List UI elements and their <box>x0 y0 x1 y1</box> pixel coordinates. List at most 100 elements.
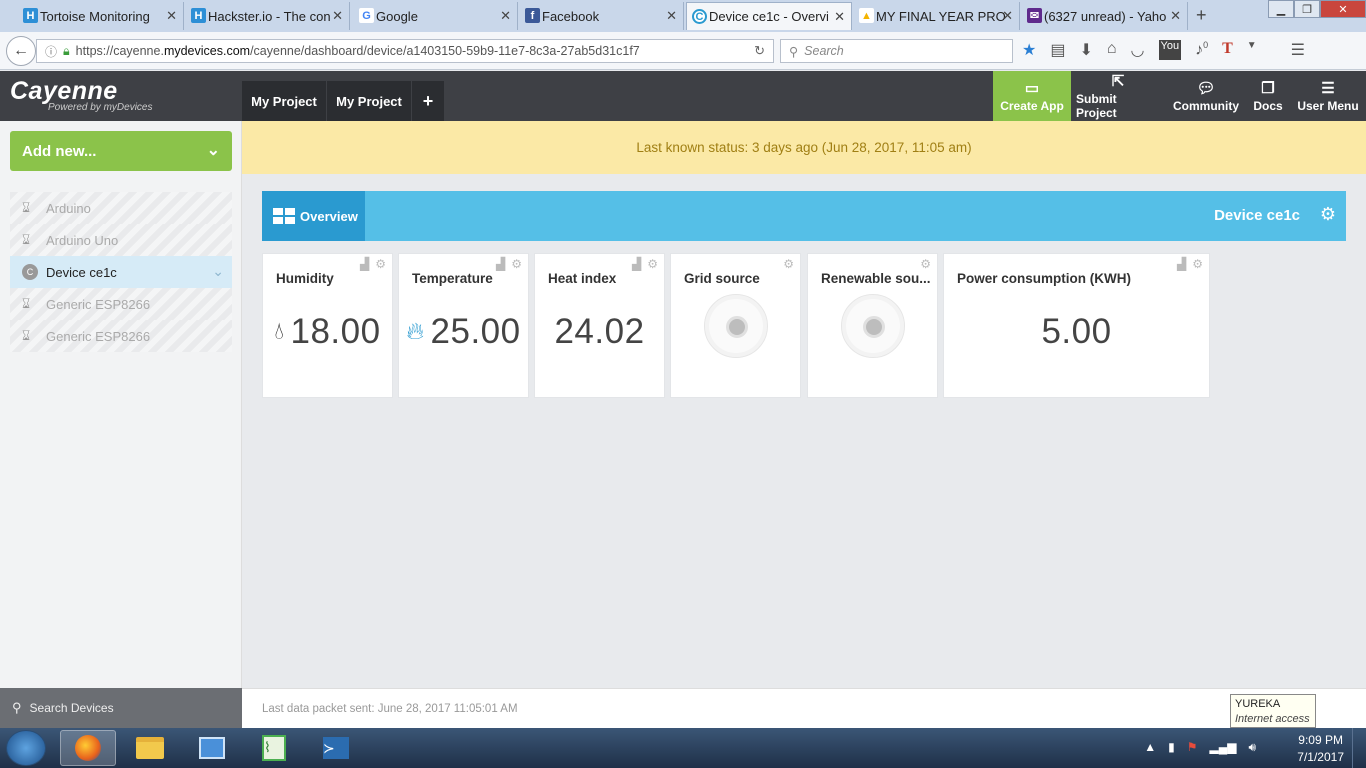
gear-icon[interactable]: ⚙ <box>920 257 931 271</box>
hourglass-icon: ⌛︎ <box>22 200 31 215</box>
home-icon[interactable]: ⌂ <box>1107 40 1117 60</box>
gear-icon[interactable]: ⚙ <box>1192 257 1203 271</box>
widget-power-consumption[interactable]: Power consumption (KWH) ▟ ⚙ 5.00 <box>943 253 1210 398</box>
gear-icon[interactable]: ⚙ <box>1320 204 1336 225</box>
battery-icon[interactable]: ▮ <box>1168 740 1175 755</box>
dashboard-icon <box>273 208 295 224</box>
maximize-button[interactable]: ❐ <box>1294 0 1320 18</box>
device-bar: Overview Device ce1c ⚙ <box>262 191 1346 241</box>
tab-label: Facebook <box>542 8 600 24</box>
gear-icon[interactable]: ⚙ <box>511 257 522 271</box>
clock[interactable]: 9:09 PM 7/1/2017 <box>1297 732 1344 766</box>
community-button[interactable]: 💬︎ Community <box>1172 71 1240 121</box>
url-text: https://cayenne.mydevices.com/cayenne/da… <box>75 44 640 58</box>
close-tab-icon[interactable]: ✕ <box>666 8 677 24</box>
hackster-icon: H <box>23 8 38 23</box>
reload-icon[interactable]: ↻ <box>754 43 765 59</box>
music-icon[interactable]: ♪0 <box>1195 40 1208 60</box>
chevron-down-icon[interactable]: ⌄ <box>212 263 224 280</box>
browser-tab[interactable]: f Facebook ✕ <box>520 2 684 30</box>
hourglass-icon: ⌛︎ <box>22 328 31 343</box>
add-project-button[interactable]: + <box>412 81 444 121</box>
browser-tab[interactable]: G Google ✕ <box>354 2 518 30</box>
sidebar-item-arduino-uno[interactable]: ⌛︎ Arduino Uno <box>10 224 232 256</box>
close-tab-icon[interactable]: ✕ <box>500 8 511 24</box>
powershell-icon[interactable]: ≻ <box>308 730 364 766</box>
bookmark-star-icon[interactable]: ★ <box>1022 40 1036 60</box>
search-input[interactable]: ⚲ Search <box>780 39 1013 63</box>
chart-icon[interactable]: ▟ <box>632 257 641 271</box>
gear-icon[interactable]: ⚙ <box>783 257 794 271</box>
tab-label: Hackster.io - The con <box>208 8 331 24</box>
chart-icon[interactable]: ▟ <box>360 257 369 271</box>
create-app-button[interactable]: ▭ Create App <box>993 71 1071 121</box>
close-window-button[interactable]: ✕ <box>1320 0 1366 18</box>
submit-project-button[interactable]: ⇱ Submit Project <box>1076 71 1160 121</box>
close-tab-icon[interactable]: ✕ <box>166 8 177 24</box>
gear-icon[interactable]: ⚙ <box>647 257 658 271</box>
cayenne-device-icon: C <box>22 264 38 280</box>
extension-t-icon[interactable]: T <box>1222 40 1233 60</box>
drop-icon: 💧︎ <box>274 318 285 345</box>
hamburger-menu-icon[interactable]: ☰ <box>1291 40 1305 60</box>
sidebar-item-device-ce1c[interactable]: C Device ce1c ⌄ <box>10 256 232 288</box>
firefox-icon[interactable] <box>60 730 116 766</box>
browser-tab[interactable]: H Hackster.io - The con ✕ <box>186 2 350 30</box>
back-button[interactable]: ← <box>6 36 36 66</box>
youtube-icon[interactable]: You <box>1158 40 1182 60</box>
sidebar-item-generic-esp8266[interactable]: ⌛︎ Generic ESP8266 <box>10 288 232 320</box>
chart-icon[interactable]: ▟ <box>1177 257 1186 271</box>
project-tab[interactable]: My Project <box>242 81 326 121</box>
close-tab-icon[interactable]: ✕ <box>1170 8 1181 24</box>
user-menu-button[interactable]: ☰ User Menu <box>1296 71 1360 121</box>
sidebar-item-generic-esp8266[interactable]: ⌛︎ Generic ESP8266 <box>10 320 232 352</box>
cayenne-logo[interactable]: Cayenne Powered by myDevices <box>10 77 152 113</box>
toggle-button[interactable] <box>840 294 905 358</box>
google-icon: G <box>359 8 374 23</box>
widget-humidity[interactable]: Humidity ▟ ⚙ 💧︎ 18.00 <box>262 253 393 398</box>
network-icon[interactable]: ▂▄▆ <box>1209 740 1236 755</box>
new-tab-button[interactable]: + <box>1196 5 1207 26</box>
gear-icon[interactable]: ⚙ <box>375 257 386 271</box>
sidebar-item-arduino[interactable]: ⌛︎ Arduino <box>10 192 232 224</box>
overview-tab[interactable]: Overview <box>262 191 365 241</box>
toggle-button[interactable] <box>703 294 768 358</box>
chart-icon[interactable]: ▟ <box>496 257 505 271</box>
widget-title: Grid source <box>684 271 760 286</box>
browser-tab-active[interactable]: C Device ce1c - Overvi ✕ <box>686 2 852 30</box>
search-devices[interactable]: ⚲ Search Devices <box>0 688 242 728</box>
volume-icon[interactable]: 🔊︎ <box>1248 740 1256 755</box>
project-tab[interactable]: My Project <box>327 81 411 121</box>
widget-title: Power consumption (KWH) <box>957 271 1131 286</box>
hourglass-icon: ⌛︎ <box>22 232 31 247</box>
pocket-icon[interactable]: ◡ <box>1131 40 1145 60</box>
info-icon[interactable]: ⓘ <box>45 43 57 60</box>
browser-tab[interactable]: ▲ MY FINAL YEAR PRO ✕ <box>854 2 1020 30</box>
add-new-button[interactable]: Add new... ⌄ <box>10 131 232 171</box>
status-banner: Last known status: 3 days ago (Jun 28, 2… <box>242 121 1366 174</box>
minimize-button[interactable]: ▁ <box>1268 0 1294 18</box>
browser-tab[interactable]: H Tortoise Monitoring ✕ <box>18 2 184 30</box>
control-panel-icon[interactable] <box>184 730 240 766</box>
task-manager-icon[interactable]: ⌇ <box>246 730 302 766</box>
app-header: Cayenne Powered by myDevices My Project … <box>0 71 1366 121</box>
start-button[interactable] <box>6 730 46 766</box>
widget-grid-source[interactable]: Grid source ⚙ <box>670 253 801 398</box>
action-center-icon[interactable]: ⚑ <box>1187 740 1198 755</box>
show-desktop-button[interactable] <box>1352 728 1366 768</box>
show-hidden-icons-icon[interactable]: ▲ <box>1144 740 1156 755</box>
download-icon[interactable]: ⬇ <box>1079 40 1092 60</box>
facebook-icon: f <box>525 8 540 23</box>
reading-list-icon[interactable]: ▤ <box>1050 40 1065 60</box>
widget-temperature[interactable]: Temperature ▟ ⚙ 🔥︎ 25.00 <box>398 253 529 398</box>
close-tab-icon[interactable]: ✕ <box>332 8 343 24</box>
chevron-down-icon[interactable]: ▼ <box>1247 40 1257 60</box>
close-tab-icon[interactable]: ✕ <box>1002 8 1013 24</box>
docs-button[interactable]: ❐ Docs <box>1250 71 1286 121</box>
widget-renewable-source[interactable]: Renewable sou... ⚙ <box>807 253 938 398</box>
widget-heat-index[interactable]: Heat index ▟ ⚙ 24.02 <box>534 253 665 398</box>
browser-tab[interactable]: ✉ (6327 unread) - Yaho ✕ <box>1022 2 1188 30</box>
file-explorer-icon[interactable] <box>122 730 178 766</box>
close-tab-icon[interactable]: ✕ <box>834 9 845 25</box>
address-bar[interactable]: ⓘ 🔒︎ https://cayenne.mydevices.com/cayen… <box>36 39 774 63</box>
